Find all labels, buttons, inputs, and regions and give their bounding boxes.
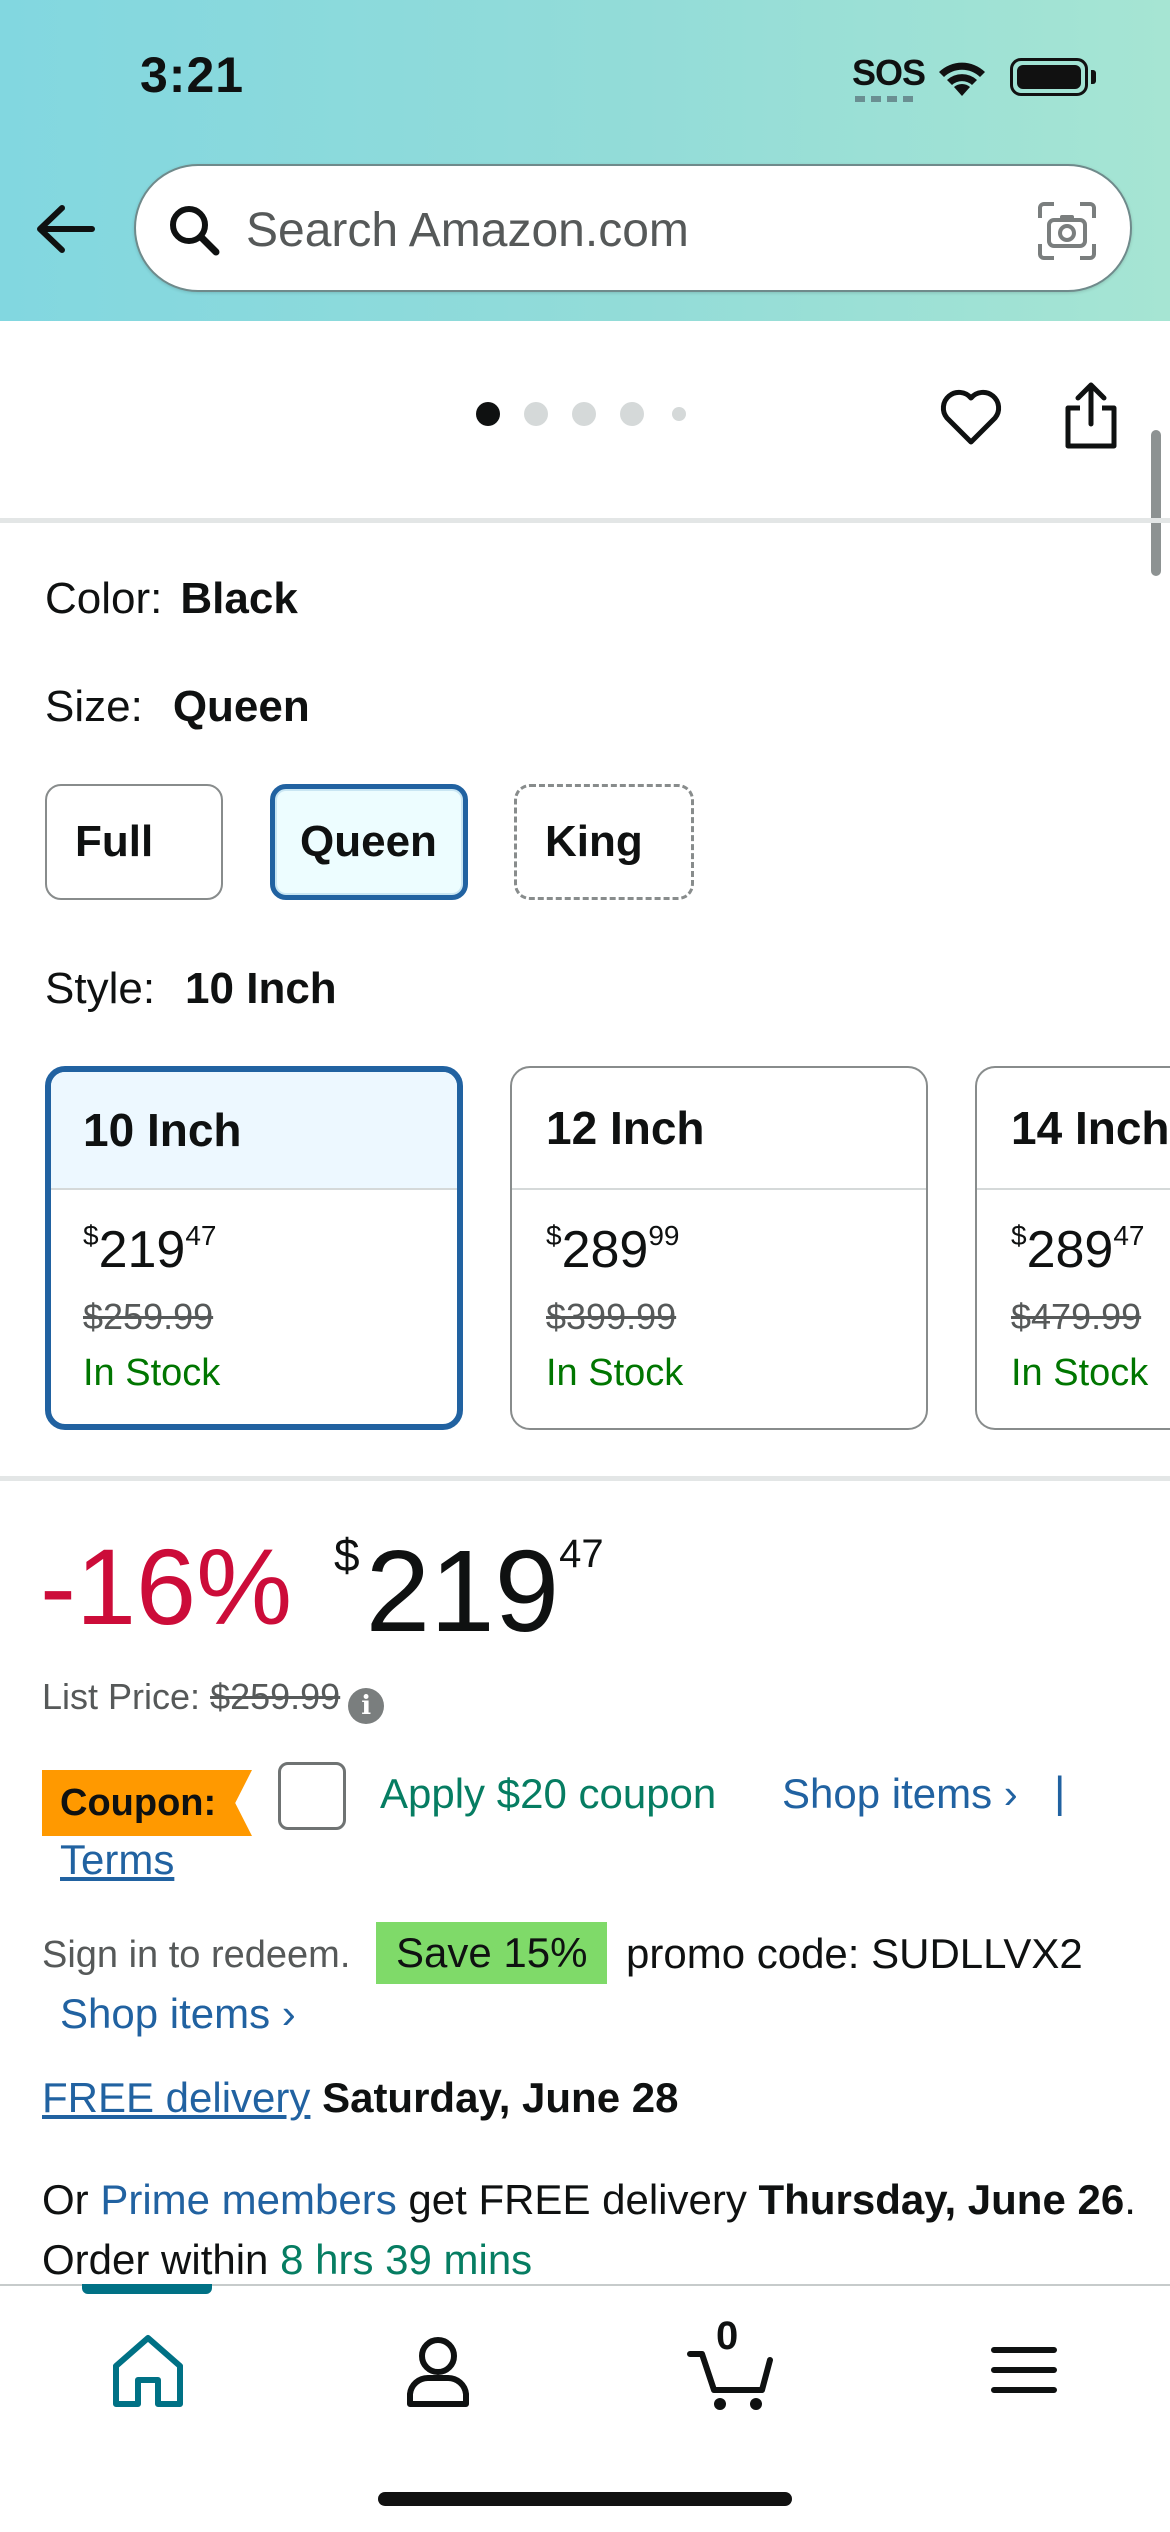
save-percent-badge: Save 15% [376,1922,608,1984]
list-price-label: List Price: [42,1676,201,1717]
carousel-dot[interactable] [524,402,548,426]
apply-coupon-text[interactable]: Apply $20 coupon [380,1770,716,1818]
style-option-stock: In Stock [83,1352,221,1394]
sign-in-to-redeem[interactable]: Sign in to redeem. [42,1934,350,1977]
prime-delivery-row: Or Prime members get FREE delivery Thurs… [42,2176,1136,2283]
style-option-list-price: $259.99 [83,1296,214,1337]
delivery-row: FREE delivery Saturday, June 28 [42,2074,678,2122]
promo-code-text: promo code: SUDLLVX2 [626,1930,1083,1977]
style-value: 10 Inch [185,964,337,1013]
coupon-terms-link[interactable]: Terms [60,1836,174,1884]
free-delivery-link[interactable]: FREE delivery [42,2074,310,2121]
section-divider [0,1476,1170,1481]
size-label: Size: [45,682,143,731]
carousel-dot[interactable] [572,402,596,426]
prime-members-link[interactable]: Prime members [100,2176,396,2223]
size-option-queen[interactable]: Queen [270,784,468,900]
color-row: Color: Black [45,574,298,624]
account-icon[interactable] [388,2320,488,2420]
heart-icon[interactable] [938,384,1004,450]
carousel-dot[interactable] [620,402,644,426]
wifi-icon [939,62,985,96]
color-label: Color: [45,574,163,623]
style-option-name: 14 Inch [977,1068,1170,1190]
prime-delivery-date: Thursday, June 26 [758,2176,1125,2223]
style-option-12-inch[interactable]: 12 Inch $28999 $399.99 In Stock [510,1066,928,1430]
status-time: 3:21 [140,47,245,103]
current-price: $21947 [334,1526,604,1656]
back-arrow-icon[interactable] [34,198,96,260]
sos-dots [855,96,915,102]
section-divider [0,518,1170,523]
camera-search-icon[interactable] [1036,200,1098,262]
list-price-row: List Price: $259.99 i [42,1676,385,1724]
home-indicator [378,2492,792,2506]
info-icon[interactable]: i [348,1688,385,1724]
discount-percent: -16% [40,1526,293,1647]
app-header: 3:21 SOS [0,0,1170,321]
style-option-name: 12 Inch [512,1068,926,1190]
coupon-shop-items-link[interactable]: Shop items › [782,1770,1018,1818]
size-option-king[interactable]: King [514,784,694,900]
carousel-dot[interactable] [672,407,686,421]
menu-icon[interactable] [974,2320,1074,2420]
size-option-full[interactable]: Full [45,784,223,900]
coupon-separator: | [1054,1768,1066,1817]
style-option-stock: In Stock [1011,1352,1149,1394]
page-scrollbar[interactable] [1151,430,1161,576]
promo-shop-items-link[interactable]: Shop items › [60,1990,296,2038]
coupon-badge: Coupon: [42,1770,252,1836]
style-option-list-price: $479.99 [1011,1296,1142,1337]
style-option-14-inch[interactable]: 14 Inch $28947 $479.99 In Stock [975,1066,1170,1430]
search-icon [170,206,220,256]
battery-tip [1091,70,1096,84]
search-bar[interactable] [134,164,1132,292]
style-option-price: $28947 [1011,1220,1145,1279]
style-option-price: $28999 [546,1220,680,1279]
order-countdown: 8 hrs 39 mins [280,2236,533,2283]
style-row: Style: 10 Inch [45,964,337,1014]
color-value: Black [180,574,298,623]
size-value: Queen [172,682,310,731]
coupon-checkbox[interactable] [278,1762,346,1830]
size-option-label: Full [75,817,154,866]
style-option-stock: In Stock [546,1352,684,1394]
style-option-price: $21947 [83,1220,217,1279]
size-row: Size: Queen [45,682,310,732]
size-option-label: Queen [300,817,437,866]
battery-icon [1010,58,1088,96]
home-icon[interactable] [98,2320,198,2420]
style-label: Style: [45,964,156,1013]
search-input[interactable] [246,196,946,264]
style-option-name: 10 Inch [51,1072,457,1190]
cart-count-badge: 0 [716,2314,739,2358]
size-option-label: King [545,817,643,866]
active-tab-indicator [82,2284,212,2294]
list-price-value: $259.99 [210,1676,341,1717]
style-option-10-inch[interactable]: 10 Inch $21947 $259.99 In Stock [45,1066,463,1430]
delivery-date: Saturday, June 28 [322,2074,679,2121]
style-option-list-price: $399.99 [546,1296,677,1337]
carousel-dot-active[interactable] [476,402,500,426]
sos-indicator: SOS [852,52,926,93]
share-icon[interactable] [1060,380,1122,452]
